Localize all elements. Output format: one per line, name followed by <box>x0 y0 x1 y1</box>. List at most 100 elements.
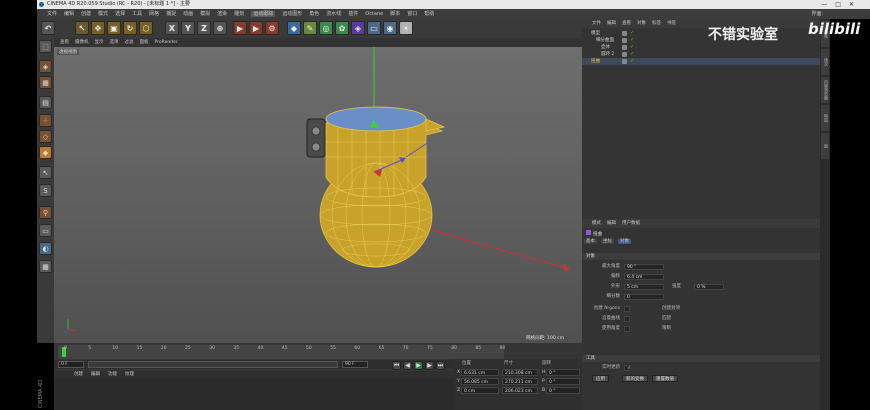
lock-workplane-icon[interactable]: ◐ <box>39 242 52 255</box>
enable-check-icon[interactable]: ✓ <box>630 44 634 51</box>
undo-icon[interactable]: ↶ <box>41 21 55 35</box>
position-field[interactable]: 56.085 cm <box>461 378 499 385</box>
menu-item[interactable]: 帮助 <box>424 11 434 17</box>
menu-item[interactable]: 工具 <box>132 11 142 17</box>
viewport-menu-item[interactable]: 查看 <box>60 40 69 45</box>
menu-item[interactable]: 渲染 <box>217 11 227 17</box>
field-value[interactable]: 0 <box>624 294 664 300</box>
enable-check-icon[interactable]: ✓ <box>630 58 634 65</box>
goto-start-icon[interactable]: ⏮ <box>392 361 401 370</box>
play-icon[interactable]: ▶ <box>414 361 423 370</box>
object-name[interactable]: 圆环 2 <box>601 52 614 57</box>
attribute-menu-item[interactable]: 编辑 <box>607 221 616 226</box>
object-menu-item[interactable]: 编辑 <box>607 21 616 26</box>
visibility-toggle-icon[interactable] <box>622 31 627 36</box>
object-row[interactable]: 细分曲面 ✓ <box>582 37 820 44</box>
pen-icon[interactable]: ✎ <box>303 21 317 35</box>
attribute-button[interactable]: 应用 <box>592 375 609 382</box>
position-field[interactable]: 6.631 cm <box>461 369 499 376</box>
perspective-viewport[interactable]: 透视视图 网格间距: 100 cm <box>54 47 582 343</box>
menu-item[interactable]: 创建 <box>81 11 91 17</box>
menu-item[interactable]: 运动跟踪 <box>251 11 276 17</box>
material-menu-item[interactable]: 创建 <box>74 372 83 377</box>
field-value-2[interactable]: 0 % <box>694 284 724 290</box>
visibility-toggle-icon[interactable] <box>622 38 627 43</box>
object-row[interactable]: 圆环 2 ✓ <box>582 51 820 58</box>
object-row[interactable]: 扭曲 ✓ <box>582 58 820 65</box>
scene-canvas[interactable] <box>54 47 582 343</box>
object-menu-item[interactable]: 文件 <box>592 21 601 26</box>
snap-icon[interactable]: ⚲ <box>39 206 52 219</box>
section-object[interactable]: 对象 <box>582 253 820 260</box>
axis-z-button[interactable]: Z <box>197 21 211 35</box>
subdivision-icon[interactable]: ◎ <box>319 21 333 35</box>
make-editable-icon[interactable]: ⬚ <box>39 40 52 53</box>
next-key-icon[interactable]: ▶ <box>425 361 434 370</box>
texture-mode-icon[interactable]: ▦ <box>39 76 52 89</box>
menu-item[interactable]: 雕刻 <box>234 11 244 17</box>
render-view-icon[interactable]: ▶ <box>233 21 247 35</box>
menu-item[interactable]: 网格 <box>149 11 159 17</box>
viewport-menu-item[interactable]: 摄像机 <box>75 40 89 45</box>
menu-item[interactable]: 编辑 <box>64 11 74 17</box>
rotate-icon[interactable]: ↻ <box>123 21 137 35</box>
checkbox[interactable] <box>624 306 630 312</box>
enable-check-icon[interactable]: ✓ <box>630 30 634 37</box>
menu-item[interactable]: 运动图形 <box>282 11 302 17</box>
attribute-tab[interactable]: 基本 <box>584 239 597 244</box>
grid-icon[interactable]: ▦ <box>39 260 52 273</box>
polygons-mode-icon[interactable]: ◆ <box>39 146 52 159</box>
quantize-icon[interactable]: ▭ <box>39 224 52 237</box>
menu-item[interactable]: Octane <box>365 11 383 17</box>
field-value[interactable]: 90 ° <box>624 264 664 270</box>
viewport-menu-item[interactable]: 显示 <box>95 40 104 45</box>
menu-item[interactable]: 模拟 <box>200 11 210 17</box>
light-icon[interactable]: ☀ <box>399 21 413 35</box>
select-icon[interactable]: ↖ <box>75 21 89 35</box>
object-menu-item[interactable]: 书签 <box>667 21 676 26</box>
end-frame-field[interactable]: 90 F <box>342 361 368 368</box>
viewport-menu-item[interactable]: ProRender <box>155 40 178 45</box>
visibility-toggle-icon[interactable] <box>622 52 627 57</box>
material-menu-item[interactable]: 功能 <box>108 372 117 377</box>
material-shelf[interactable] <box>54 379 454 410</box>
move-icon[interactable]: ✥ <box>91 21 105 35</box>
menu-item[interactable]: 插件 <box>348 11 358 17</box>
checkbox[interactable] <box>624 326 630 332</box>
position-field[interactable]: 0 cm <box>461 387 499 394</box>
menu-item[interactable]: 流水线 <box>326 11 341 17</box>
menu-item[interactable]: 角色 <box>309 11 319 17</box>
coordinate-system-icon[interactable]: ⊕ <box>213 21 227 35</box>
recent-tool-icon[interactable]: ⬡ <box>139 21 153 35</box>
minimize-button[interactable]: — <box>821 1 835 8</box>
object-name[interactable]: 壶体 <box>601 45 610 50</box>
field-value[interactable]: 6.4 cm <box>624 274 664 280</box>
range-slider[interactable] <box>88 361 338 368</box>
attribute-menu-item[interactable]: 用户数据 <box>622 221 640 226</box>
render-settings-icon[interactable]: ⚙ <box>265 21 279 35</box>
material-menu-item[interactable]: 编辑 <box>91 372 100 377</box>
menu-item[interactable]: 文件 <box>47 11 57 17</box>
object-row[interactable]: 模型 ✓ <box>582 30 820 37</box>
close-button[interactable]: ✕ <box>849 1 862 8</box>
cube-icon[interactable]: ◆ <box>287 21 301 35</box>
attribute-tab[interactable]: 坐标 <box>601 239 614 244</box>
menu-item[interactable]: 捕捉 <box>166 11 176 17</box>
object-menu-item[interactable]: 标签 <box>652 21 661 26</box>
object-name[interactable]: 扭曲 <box>591 59 600 64</box>
start-frame-field[interactable]: 0 F <box>58 361 84 368</box>
material-menu-item[interactable]: 纹理 <box>125 372 134 377</box>
edges-mode-icon[interactable]: ◇ <box>39 130 52 143</box>
size-field[interactable]: 206.023 cm <box>502 387 538 394</box>
workplane-icon[interactable]: ▤ <box>39 96 52 109</box>
attribute-menu-item[interactable]: 模式 <box>592 221 601 226</box>
field-value[interactable]: 5 cm <box>624 284 664 290</box>
menu-item[interactable]: 脚本 <box>390 11 400 17</box>
floor-icon[interactable]: ▭ <box>367 21 381 35</box>
side-tab[interactable]: 内容浏览器 <box>821 77 829 103</box>
menu-item[interactable]: 模式 <box>98 11 108 17</box>
object-menu-item[interactable]: 对象 <box>637 21 646 26</box>
object-name[interactable]: 模型 <box>591 31 600 36</box>
attribute-button[interactable]: 重置数值 <box>652 375 678 382</box>
size-field[interactable]: 210.308 cm <box>502 369 538 376</box>
